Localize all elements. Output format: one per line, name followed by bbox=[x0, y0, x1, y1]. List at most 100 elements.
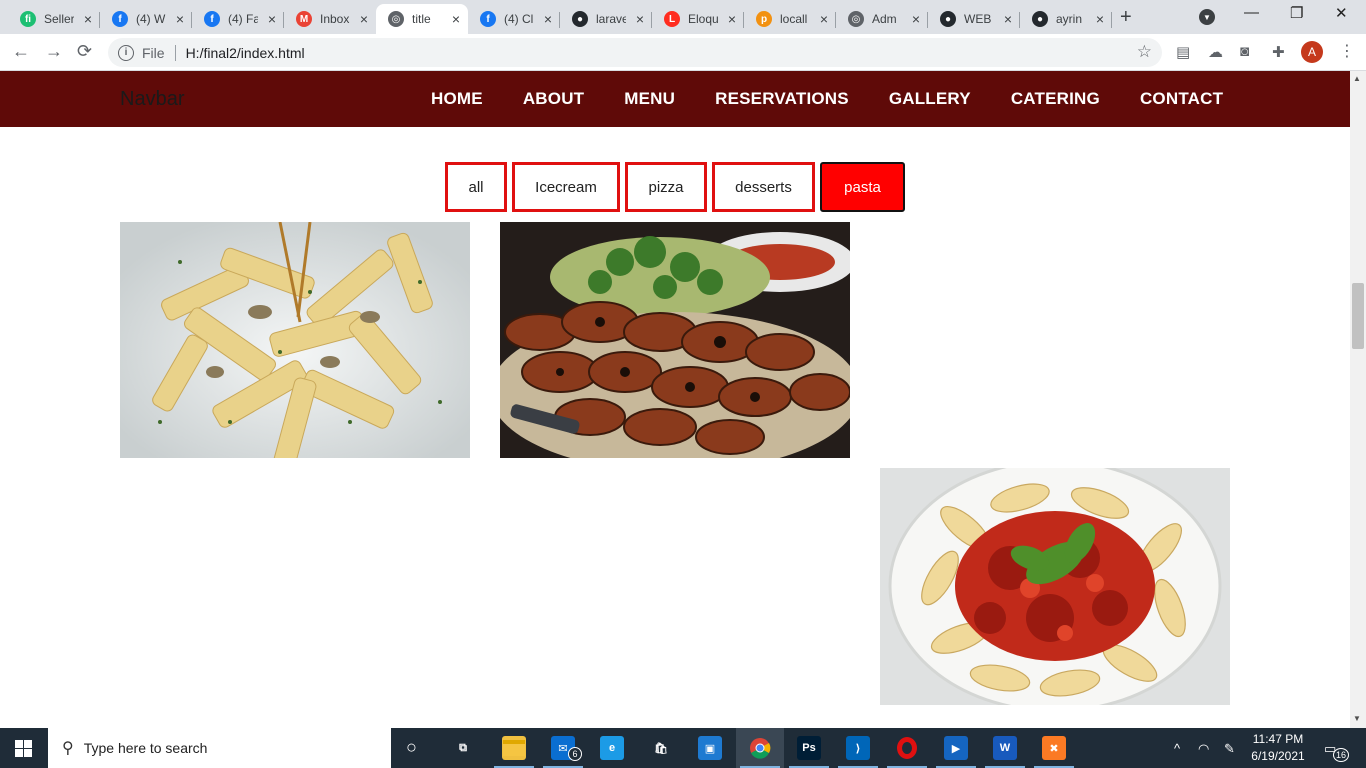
browser-tab[interactable]: f (4) Cl × bbox=[468, 4, 560, 34]
close-tab-icon[interactable]: × bbox=[176, 11, 184, 27]
facebook-icon: f bbox=[112, 11, 128, 27]
mail-badge: 6 bbox=[568, 747, 582, 761]
system-clock[interactable]: 11:47 PM 6/19/2021 bbox=[1248, 731, 1308, 765]
nav-link-catering[interactable]: CATERING bbox=[1011, 89, 1100, 109]
facebook-icon: f bbox=[480, 11, 496, 27]
browser-tab[interactable]: ◎ title × bbox=[376, 4, 468, 34]
cortana-icon[interactable]: ○ bbox=[406, 737, 417, 758]
filter-button-pasta[interactable]: pasta bbox=[820, 162, 905, 212]
grilled-chicken-wings-photo bbox=[500, 222, 850, 458]
minimize-button[interactable]: — bbox=[1244, 4, 1259, 21]
filter-button-desserts[interactable]: desserts bbox=[712, 162, 815, 212]
nav-links: HOME ABOUT MENU RESERVATIONS GALLERY CATERING… bbox=[431, 89, 1263, 109]
scrollbar-thumb[interactable] bbox=[1352, 283, 1364, 349]
nav-link-menu[interactable]: MENU bbox=[624, 89, 675, 109]
nav-link-home[interactable]: HOME bbox=[431, 89, 483, 109]
photoshop-icon[interactable]: Ps bbox=[797, 736, 821, 760]
store-icon[interactable]: 🛍 bbox=[649, 736, 673, 760]
tab-label: title bbox=[412, 12, 431, 26]
scroll-down-icon[interactable]: ▼ bbox=[1353, 714, 1361, 723]
url-text[interactable]: H:/final2/index.html bbox=[186, 45, 305, 61]
browser-tab[interactable]: p locall × bbox=[744, 4, 836, 34]
reload-icon[interactable]: ⟳ bbox=[77, 41, 92, 62]
close-tab-icon[interactable]: × bbox=[1004, 11, 1012, 27]
nav-link-reservations[interactable]: RESERVATIONS bbox=[715, 89, 849, 109]
browser-tab[interactable]: L Eloqu × bbox=[652, 4, 744, 34]
laravel-icon: L bbox=[664, 11, 680, 27]
browser-tab[interactable]: ● ayrin × bbox=[1020, 4, 1112, 34]
pen-icon[interactable]: ✎ bbox=[1224, 741, 1235, 757]
tray-chevron-icon[interactable]: ^ bbox=[1174, 741, 1180, 756]
filter-button-icecream[interactable]: Icecream bbox=[512, 162, 620, 212]
tab-separator bbox=[1111, 12, 1112, 28]
site-navbar: Navbar HOME ABOUT MENU RESERVATIONS GALLERY C… bbox=[0, 71, 1350, 127]
browser-tab[interactable]: fi Seller × bbox=[8, 4, 100, 34]
filter-button-pizza[interactable]: pizza bbox=[625, 162, 707, 212]
video-app-icon[interactable]: ▶ bbox=[944, 736, 968, 760]
bookmark-star-icon[interactable]: ☆ bbox=[1137, 42, 1152, 62]
opera-icon[interactable] bbox=[895, 736, 919, 760]
windows-start-icon[interactable] bbox=[15, 740, 32, 757]
back-arrow-icon[interactable]: ← bbox=[12, 41, 30, 62]
globe-icon: ◎ bbox=[388, 11, 404, 27]
close-tab-icon[interactable]: × bbox=[84, 11, 92, 27]
browser-tab[interactable]: M Inbox × bbox=[284, 4, 376, 34]
scroll-up-icon[interactable]: ▲ bbox=[1353, 74, 1361, 83]
xampp-icon[interactable]: ✖ bbox=[1042, 736, 1066, 760]
close-tab-icon[interactable]: × bbox=[452, 11, 460, 27]
taskbar-search-box[interactable]: ⚲ Type here to search bbox=[48, 728, 391, 768]
browser-tab[interactable]: ◎ Adm × bbox=[836, 4, 928, 34]
filter-button-all[interactable]: all bbox=[445, 162, 507, 212]
tab-label: Inbox bbox=[320, 12, 350, 26]
browser-tab[interactable]: ● larave × bbox=[560, 4, 652, 34]
navbar-brand[interactable]: Navbar bbox=[120, 88, 184, 111]
page-scrollbar[interactable]: ▲ ▼ bbox=[1350, 71, 1366, 728]
new-tab-button[interactable]: + bbox=[1120, 6, 1132, 29]
search-placeholder: Type here to search bbox=[83, 740, 208, 756]
tab-label: locall bbox=[780, 12, 808, 26]
browser-tab[interactable]: f (4) Fa × bbox=[192, 4, 284, 34]
chrome-icon[interactable] bbox=[748, 736, 772, 760]
chrome-menu-icon[interactable]: ⋮ bbox=[1339, 41, 1355, 61]
tab-label: (4) Cl bbox=[504, 12, 534, 26]
pdf-extension-icon[interactable]: ▤ bbox=[1176, 43, 1190, 61]
cloud-extension-icon[interactable]: ☁ bbox=[1208, 43, 1223, 61]
task-view-icon[interactable]: ⧉ bbox=[451, 736, 475, 760]
forward-arrow-icon[interactable]: → bbox=[45, 41, 63, 62]
nav-link-gallery[interactable]: GALLERY bbox=[889, 89, 971, 109]
tab-label: larave bbox=[596, 12, 626, 26]
nav-link-about[interactable]: ABOUT bbox=[523, 89, 584, 109]
tab-search-icon[interactable]: ▼ bbox=[1199, 9, 1215, 25]
todo-icon[interactable]: ▣ bbox=[698, 736, 722, 760]
omnibox-divider bbox=[174, 44, 176, 61]
profile-avatar[interactable]: A bbox=[1301, 41, 1323, 63]
restore-button[interactable]: ❐ bbox=[1290, 4, 1303, 22]
wifi-icon[interactable]: ◠ bbox=[1198, 741, 1209, 757]
close-window-button[interactable]: ✕ bbox=[1335, 4, 1348, 22]
close-tab-icon[interactable]: × bbox=[268, 11, 276, 27]
close-tab-icon[interactable]: × bbox=[912, 11, 920, 27]
browser-tab[interactable]: f (4) W × bbox=[100, 4, 192, 34]
edge-icon[interactable]: e bbox=[600, 736, 624, 760]
tab-label: ayrin bbox=[1056, 12, 1083, 26]
github-icon: ● bbox=[572, 11, 588, 27]
close-tab-icon[interactable]: × bbox=[728, 11, 736, 27]
close-tab-icon[interactable]: × bbox=[1096, 11, 1104, 27]
camera-extension-icon[interactable]: ◙ bbox=[1240, 43, 1249, 60]
close-tab-icon[interactable]: × bbox=[360, 11, 368, 27]
search-icon: ⚲ bbox=[62, 740, 74, 757]
close-tab-icon[interactable]: × bbox=[820, 11, 828, 27]
site-info-icon[interactable]: i bbox=[118, 44, 134, 61]
close-tab-icon[interactable]: × bbox=[544, 11, 552, 27]
address-bar[interactable]: i File H:/final2/index.html ☆ bbox=[108, 38, 1162, 67]
puzzle-extensions-icon[interactable]: ✚ bbox=[1272, 43, 1285, 61]
close-tab-icon[interactable]: × bbox=[636, 11, 644, 27]
browser-tab[interactable]: ● WEB × bbox=[928, 4, 1020, 34]
word-icon[interactable]: W bbox=[993, 736, 1017, 760]
file-explorer-icon[interactable] bbox=[502, 736, 526, 760]
tab-label: Seller bbox=[44, 12, 74, 26]
nav-link-contact[interactable]: CONTACT bbox=[1140, 89, 1223, 109]
github-icon: ● bbox=[1032, 11, 1048, 27]
vscode-icon[interactable]: ⟩ bbox=[846, 736, 870, 760]
notification-badge: 16 bbox=[1333, 748, 1349, 762]
